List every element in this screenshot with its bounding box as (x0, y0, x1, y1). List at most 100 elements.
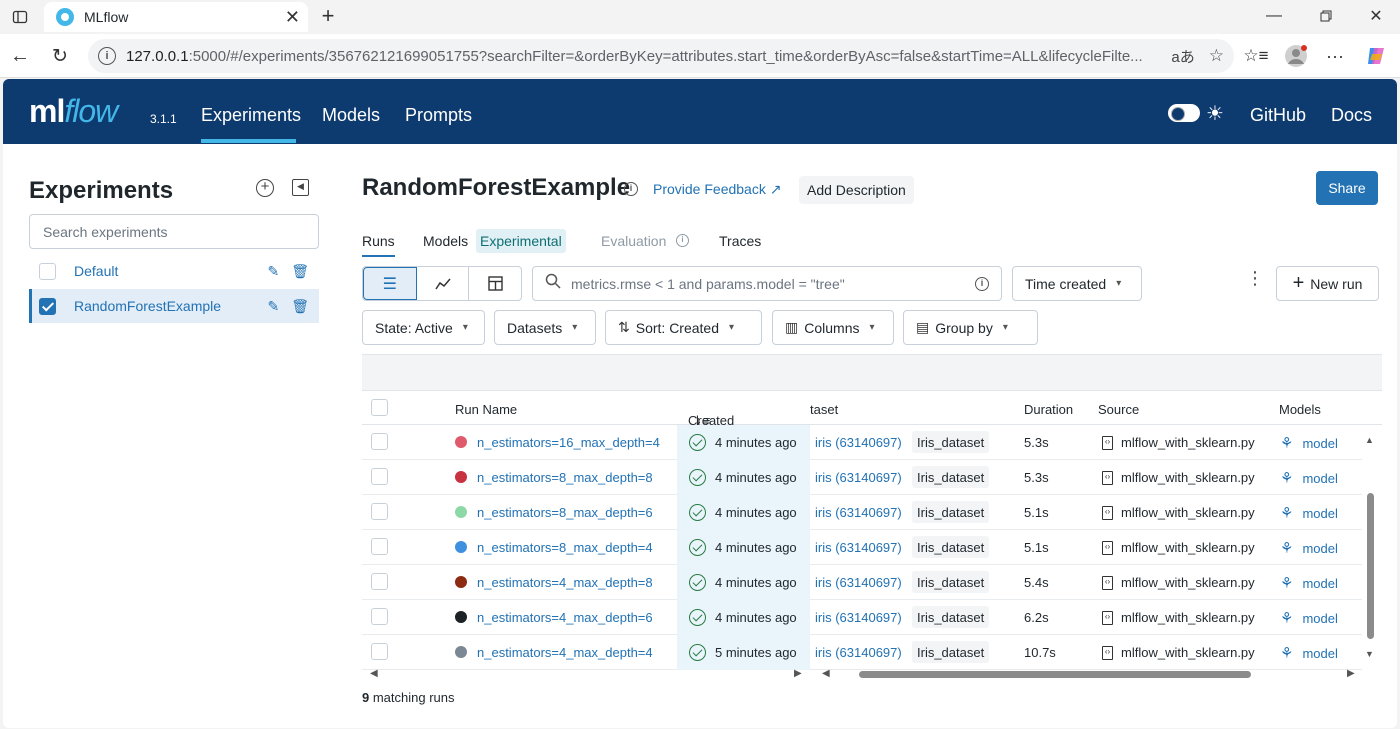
chart-view-icon[interactable] (417, 267, 470, 300)
sidebar-item-default[interactable]: Default ✎ 🗑 (29, 254, 319, 288)
edit-pencil-icon[interactable]: ✎ (267, 263, 279, 280)
search-info-icon[interactable]: i (975, 276, 989, 291)
copilot-icon[interactable] (1362, 42, 1390, 70)
run-name-link[interactable]: n_estimators=4_max_depth=6 (477, 610, 653, 625)
source-cell[interactable]: ‹› mlflow_with_sklearn.py (1102, 540, 1255, 555)
run-color-dot[interactable] (455, 541, 467, 553)
dataset-link[interactable]: iris (63140697) (815, 505, 902, 520)
scroll-down-arrow-icon[interactable]: ▼ (1365, 649, 1374, 659)
add-description-button[interactable]: Add Description (799, 176, 914, 204)
run-color-dot[interactable] (455, 506, 467, 518)
scroll-up-arrow-icon[interactable]: ▲ (1365, 435, 1374, 445)
edit-pencil-icon[interactable]: ✎ (267, 298, 279, 315)
experiment-label[interactable]: RandomForestExample (74, 298, 255, 314)
table-row[interactable]: n_estimators=16_max_depth=4 4 minutes ag… (362, 425, 1362, 460)
columns-dropdown[interactable]: ▥ Columns ▾ (772, 310, 894, 345)
docs-link[interactable]: Docs (1331, 105, 1372, 126)
model-link[interactable]: ⚘ model (1280, 609, 1338, 627)
github-link[interactable]: GitHub (1250, 105, 1306, 126)
column-models[interactable]: Models (1279, 402, 1321, 417)
column-duration[interactable]: Duration (1024, 402, 1073, 417)
dataset-link[interactable]: iris (63140697) (815, 540, 902, 555)
source-cell[interactable]: ‹› mlflow_with_sklearn.py (1102, 470, 1255, 485)
run-color-dot[interactable] (455, 436, 467, 448)
more-options-icon[interactable]: ⋮ (1246, 269, 1264, 287)
table-row[interactable]: n_estimators=4_max_depth=8 4 minutes ago… (362, 565, 1362, 600)
experiment-search-input[interactable]: Search experiments (29, 214, 319, 249)
address-bar[interactable]: i 127.0.0.1 :5000/#/experiments/35676212… (88, 39, 1234, 73)
nav-experiments[interactable]: Experiments (201, 105, 301, 126)
scroll-right-arrow-icon[interactable]: ▶ (794, 668, 802, 679)
tab-evaluation[interactable]: Evaluation (601, 233, 666, 249)
back-icon[interactable]: ← (8, 45, 32, 67)
model-link[interactable]: ⚘ model (1280, 574, 1338, 592)
experiment-checkbox[interactable] (39, 297, 56, 315)
dataset-link[interactable]: iris (63140697) (815, 575, 902, 590)
run-name-link[interactable]: n_estimators=16_max_depth=4 (477, 435, 660, 450)
state-filter-dropdown[interactable]: State: Active ▾ (362, 310, 485, 345)
sort-dropdown[interactable]: ⇅ Sort: Created ▾ (605, 310, 762, 345)
row-checkbox[interactable] (371, 503, 388, 520)
source-cell[interactable]: ‹› mlflow_with_sklearn.py (1102, 505, 1255, 520)
table-vertical-scrollbar[interactable]: ▲ ▼ (1365, 435, 1375, 659)
row-checkbox[interactable] (371, 538, 388, 555)
new-tab-icon[interactable]: + (316, 3, 340, 28)
site-info-icon[interactable]: i (98, 47, 116, 65)
row-checkbox[interactable] (371, 643, 388, 660)
column-dataset[interactable]: taset (810, 402, 838, 417)
run-name-link[interactable]: n_estimators=4_max_depth=4 (477, 645, 653, 660)
create-experiment-icon[interactable]: + (256, 179, 274, 197)
restore-window-icon[interactable] (1314, 6, 1338, 26)
model-link[interactable]: ⚘ model (1280, 434, 1338, 452)
table-view-list-icon[interactable]: ☰ (363, 267, 417, 300)
new-run-button[interactable]: + New run (1276, 266, 1379, 301)
tab-actions-icon[interactable] (10, 7, 30, 27)
delete-trash-icon[interactable]: 🗑 (291, 298, 309, 315)
favorites-list-icon[interactable]: ☆≡ (1243, 45, 1268, 67)
model-link[interactable]: ⚘ model (1280, 469, 1338, 487)
run-name-link[interactable]: n_estimators=8_max_depth=6 (477, 505, 653, 520)
tab-traces[interactable]: Traces (719, 233, 761, 249)
dataset-link[interactable]: iris (63140697) (815, 470, 902, 485)
experiment-checkbox[interactable] (39, 262, 56, 280)
source-cell[interactable]: ‹› mlflow_with_sklearn.py (1102, 575, 1255, 590)
column-run-name[interactable]: Run Name (455, 402, 517, 417)
horizontal-scroll-thumb[interactable] (859, 671, 1251, 678)
model-link[interactable]: ⚘ model (1280, 644, 1338, 662)
profile-avatar-icon[interactable] (1283, 43, 1309, 69)
sidebar-item-randomforestexample[interactable]: RandomForestExample ✎ 🗑 (29, 289, 319, 323)
read-aloud-icon[interactable]: aあ (1171, 46, 1194, 67)
model-link[interactable]: ⚘ model (1280, 504, 1338, 522)
dataset-link[interactable]: iris (63140697) (815, 435, 902, 450)
group-by-dropdown[interactable]: ▤ Group by ▾ (903, 310, 1038, 345)
table-row[interactable]: n_estimators=8_max_depth=4 4 minutes ago… (362, 530, 1362, 565)
run-name-link[interactable]: n_estimators=8_max_depth=8 (477, 470, 653, 485)
nav-models[interactable]: Models (322, 105, 380, 126)
scroll-right-arrow-icon[interactable]: ▶ (1347, 668, 1355, 679)
dark-mode-toggle[interactable] (1168, 104, 1200, 122)
collapse-sidebar-icon[interactable]: ◀ (292, 179, 309, 196)
table-row[interactable]: n_estimators=4_max_depth=6 4 minutes ago… (362, 600, 1362, 635)
scroll-left-arrow-icon[interactable]: ◀ (370, 668, 378, 679)
dataset-link[interactable]: iris (63140697) (815, 610, 902, 625)
browser-tab[interactable]: MLflow ✕ (44, 2, 308, 32)
more-menu-icon[interactable]: ··· (1323, 45, 1347, 67)
mlflow-logo[interactable]: mlflow (29, 93, 118, 130)
column-source[interactable]: Source (1098, 402, 1139, 417)
evaluation-info-icon[interactable]: i (676, 234, 689, 247)
info-icon[interactable]: i (624, 182, 638, 196)
experiment-label[interactable]: Default (74, 263, 255, 279)
table-horizontal-scrollbar[interactable]: ◀ ▶ ◀ ▶ (370, 668, 1370, 680)
runs-search-input[interactable]: metrics.rmse < 1 and params.model = "tre… (532, 266, 1002, 301)
close-tab-icon[interactable]: ✕ (285, 7, 300, 28)
delete-trash-icon[interactable]: 🗑 (291, 263, 309, 280)
scroll-left-arrow-icon[interactable]: ◀ (822, 668, 830, 679)
row-checkbox[interactable] (371, 573, 388, 590)
run-color-dot[interactable] (455, 646, 467, 658)
vertical-scroll-thumb[interactable] (1367, 493, 1374, 639)
reload-icon[interactable]: ↻ (48, 45, 72, 67)
datasets-dropdown[interactable]: Datasets ▾ (494, 310, 596, 345)
row-checkbox[interactable] (371, 608, 388, 625)
nav-prompts[interactable]: Prompts (405, 105, 472, 126)
tab-runs[interactable]: Runs (362, 233, 395, 257)
